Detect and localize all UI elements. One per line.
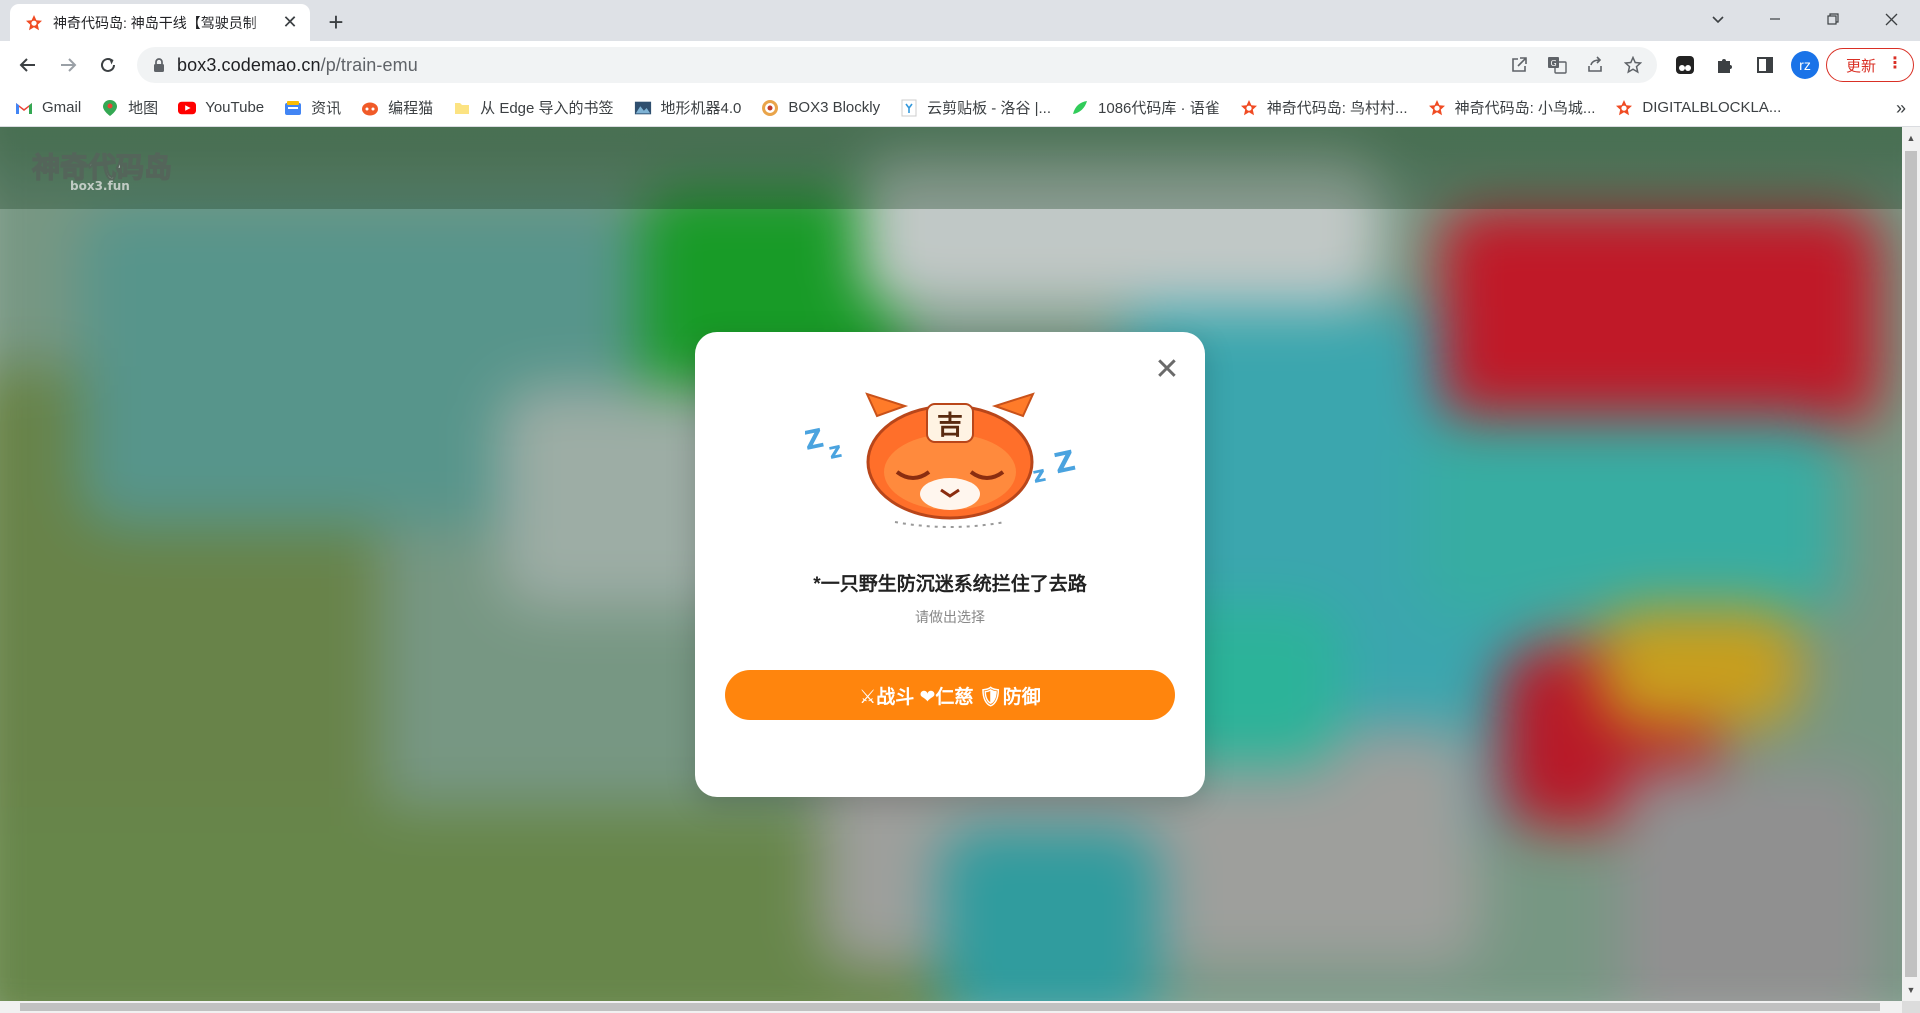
bookmark-item[interactable]: 神奇代码岛: 小鸟城... [1428, 97, 1596, 118]
bookmark-item[interactable]: 地形机器4.0 [634, 97, 742, 118]
news-icon [284, 99, 302, 117]
bookmark-label: 从 Edge 导入的书签 [480, 100, 614, 117]
restore-icon[interactable] [1810, 0, 1856, 38]
folder-icon [453, 99, 471, 117]
tab-title: 神奇代码岛: 神岛干线【驾驶员制 [53, 14, 257, 31]
bookmark-label: 神奇代码岛: 小鸟城... [1454, 100, 1596, 117]
open-in-app-icon[interactable] [1507, 53, 1531, 77]
address-bar[interactable]: box3.codemao.cn/p/train-emu G [137, 47, 1657, 83]
bookmark-label: 编程猫 [388, 100, 434, 117]
bookmark-label: Gmail [42, 99, 82, 116]
scroll-down-arrow-icon[interactable]: ▼ [1906, 985, 1916, 995]
back-arrow-icon[interactable] [12, 49, 44, 81]
bookmark-star-icon[interactable] [1621, 53, 1645, 77]
update-label: 更新 [1846, 57, 1877, 75]
new-tab-button[interactable]: + [322, 8, 350, 36]
youtube-icon [178, 99, 197, 117]
forward-arrow-icon[interactable] [52, 49, 84, 81]
sleeping-tiger-mascot: Z z z Z 吉 [802, 392, 1095, 532]
terrain-icon [634, 99, 652, 117]
tab-strip: 神奇代码岛: 神岛干线【驾驶员制 ✕ + [0, 0, 1920, 41]
update-button[interactable]: 更新 ⋮ [1826, 48, 1914, 82]
box3-icon [1615, 99, 1633, 117]
bookmark-label: BOX3 Blockly [788, 99, 881, 116]
avatar: rz [1791, 51, 1819, 79]
bookmark-item[interactable]: DIGITALBLOCKLA... [1615, 99, 1781, 117]
url-host: box3.codemao.cn [177, 54, 321, 75]
bookmark-item[interactable]: YouTube [178, 99, 264, 117]
vertical-scroll-thumb[interactable] [1905, 151, 1917, 977]
bookmark-label: 地形机器4.0 [660, 100, 742, 117]
gmail-icon [15, 99, 33, 117]
bookmark-label: 1086代码库 · 语雀 [1098, 100, 1220, 117]
menu-kebab-icon[interactable]: ⋮ [1887, 56, 1903, 72]
bookmark-label: DIGITALBLOCKLA... [1642, 99, 1782, 116]
url-path: /p/train-emu [320, 54, 418, 75]
bookmarks-bar: Gmail 地图 YouTube 资讯 编程猫 从 Edge 导入的书签 地形机… [0, 89, 1920, 127]
scroll-up-arrow-icon[interactable]: ▲ [1906, 133, 1916, 143]
bookmark-item[interactable]: 从 Edge 导入的书签 [453, 97, 614, 118]
profile-avatar[interactable]: rz [1790, 50, 1820, 80]
bookmark-label: YouTube [205, 99, 265, 116]
minimize-icon[interactable] [1752, 0, 1798, 38]
reload-icon[interactable] [92, 49, 124, 81]
svg-text:z: z [826, 438, 844, 465]
modal-subtitle: 请做出选择 [915, 609, 985, 625]
bookmark-label: 资讯 [311, 100, 342, 117]
share-icon[interactable] [1583, 53, 1607, 77]
bookmark-label: 神奇代码岛: 鸟村村... [1266, 100, 1408, 117]
bookmark-label: 地图 [128, 100, 159, 117]
bookmark-item[interactable]: 1086代码库 · 语雀 [1071, 97, 1220, 118]
box3-icon [1428, 99, 1446, 117]
browser-toolbar: box3.codemao.cn/p/train-emu G rz 更新 ⋮ [0, 41, 1920, 89]
bookmarks-overflow-chevron-icon[interactable]: » [1896, 98, 1906, 119]
modal-title: *一只野生防沉迷系统拦住了去路 [813, 574, 1087, 595]
bookmark-item[interactable]: Gmail [15, 99, 81, 117]
modal-close-icon[interactable]: ✕ [1153, 355, 1181, 385]
bookmark-item[interactable]: 资讯 [284, 97, 341, 118]
url-text[interactable]: box3.codemao.cn/p/train-emu [177, 55, 418, 76]
close-window-icon[interactable] [1868, 0, 1914, 38]
horizontal-scroll-thumb[interactable] [20, 1003, 1880, 1011]
yuque-icon [1071, 99, 1089, 117]
svg-text:Z: Z [805, 424, 826, 457]
maps-icon [101, 99, 119, 117]
horizontal-scrollbar[interactable] [0, 1001, 1902, 1013]
svg-text:G: G [1551, 59, 1557, 68]
bookmark-item[interactable]: 编程猫 [361, 97, 433, 118]
bookmark-label: 云剪贴板 - 洛谷 |... [927, 100, 1052, 117]
extension-tampermonkey-icon[interactable] [1670, 50, 1700, 80]
blockly-icon [761, 99, 779, 117]
luogu-icon [900, 99, 918, 117]
tab-close-icon[interactable]: ✕ [280, 12, 300, 33]
scrollbar-corner [1902, 1001, 1920, 1013]
bookmark-item[interactable]: 神奇代码岛: 鸟村村... [1240, 97, 1408, 118]
fight-mercy-defend-button[interactable]: ⚔战斗 ❤仁慈 🛡防御 [725, 670, 1175, 720]
translate-icon[interactable]: G [1545, 53, 1569, 77]
side-panel-icon[interactable] [1750, 50, 1780, 80]
browser-tab-active[interactable]: 神奇代码岛: 神岛干线【驾驶员制 ✕ [10, 4, 310, 41]
bookmark-item[interactable]: 云剪贴板 - 洛谷 |... [900, 97, 1051, 118]
mascot-badge-text: 吉 [937, 411, 963, 441]
box3-favicon-icon [25, 14, 43, 32]
extensions-puzzle-icon[interactable] [1710, 50, 1740, 80]
tab-search-chevron-icon[interactable] [1695, 0, 1741, 38]
svg-text:Z: Z [1051, 444, 1078, 481]
codemao-icon [361, 99, 379, 117]
bookmark-item[interactable]: 地图 [101, 97, 158, 118]
bookmark-item[interactable]: BOX3 Blockly [761, 99, 880, 117]
lock-icon[interactable] [151, 57, 167, 73]
anti-addiction-modal: ✕ Z z z Z 吉 *一只野生防沉迷系统拦住了去路 请做出选择 ⚔战斗 ❤仁… [695, 332, 1205, 797]
vertical-scrollbar[interactable]: ▲ ▼ [1902, 127, 1920, 1001]
box3-icon [1240, 99, 1258, 117]
